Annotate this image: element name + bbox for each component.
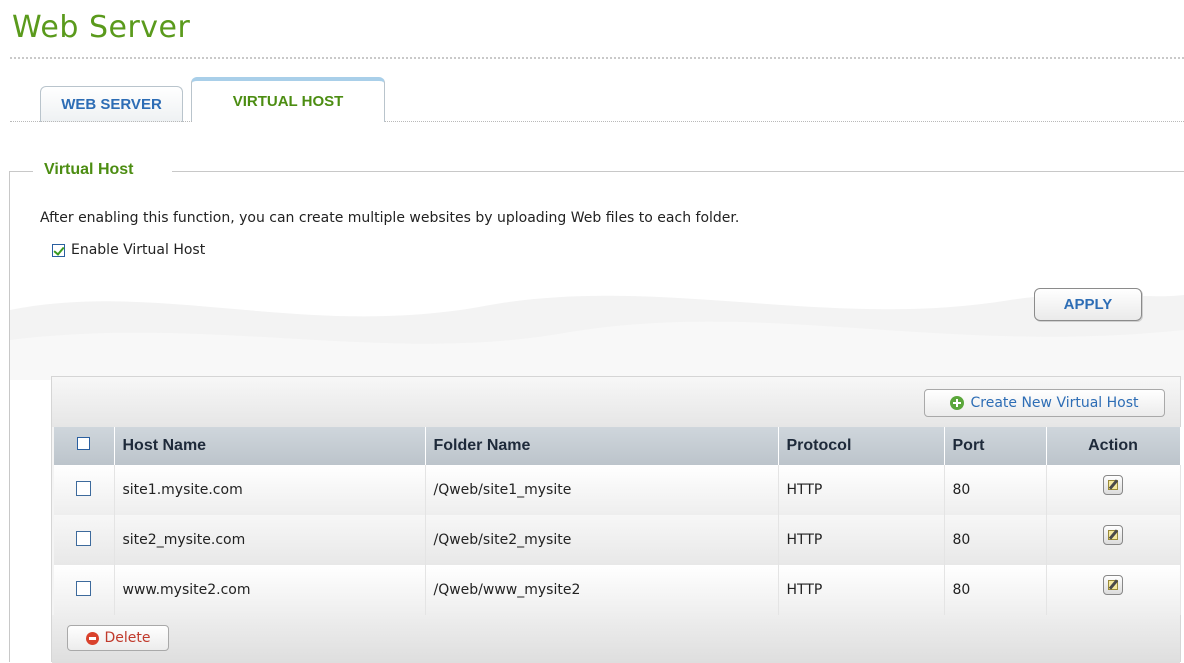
row-checkbox[interactable] bbox=[76, 580, 92, 596]
delete-button[interactable]: Delete bbox=[67, 625, 169, 651]
minus-circle-icon bbox=[85, 631, 99, 645]
port-cell: 80 bbox=[944, 465, 1047, 515]
edit-icon[interactable] bbox=[1103, 575, 1123, 595]
row-checkbox[interactable] bbox=[76, 530, 92, 546]
table-header-row: Host Name Folder Name Protocol Port Acti… bbox=[54, 427, 1181, 465]
protocol-cell: HTTP bbox=[778, 515, 945, 565]
select-all-checkbox[interactable] bbox=[77, 437, 91, 450]
section-description: After enabling this function, you can cr… bbox=[40, 210, 740, 226]
column-action: Action bbox=[1046, 427, 1181, 465]
enable-virtual-host-label: Enable Virtual Host bbox=[71, 242, 206, 258]
apply-button[interactable]: APPLY bbox=[1034, 288, 1142, 321]
decorative-wave bbox=[10, 294, 1184, 380]
port-cell: 80 bbox=[944, 565, 1047, 615]
row-checkbox[interactable] bbox=[76, 480, 92, 496]
checkbox-icon[interactable] bbox=[52, 243, 65, 257]
hosts-table: Host Name Folder Name Protocol Port Acti… bbox=[54, 427, 1181, 615]
plus-circle-icon bbox=[950, 396, 965, 410]
protocol-cell: HTTP bbox=[778, 565, 945, 615]
enable-virtual-host-checkbox[interactable]: Enable Virtual Host bbox=[52, 242, 205, 258]
column-protocol[interactable]: Protocol bbox=[778, 427, 945, 465]
edit-icon[interactable] bbox=[1103, 525, 1123, 545]
table-row: site2_mysite.com /Qweb/site2_mysite HTTP… bbox=[54, 515, 1181, 565]
host-name-cell: site2_mysite.com bbox=[114, 515, 426, 565]
column-port[interactable]: Port bbox=[944, 427, 1047, 465]
folder-name-cell: /Qweb/site1_mysite bbox=[425, 465, 779, 515]
action-cell bbox=[1046, 565, 1181, 615]
grid-footer: Delete bbox=[52, 615, 1180, 663]
grid-toolbar: Create New Virtual Host bbox=[52, 377, 1180, 427]
delete-label: Delete bbox=[104, 630, 151, 646]
row-select-cell bbox=[54, 565, 115, 615]
row-select-cell bbox=[54, 515, 115, 565]
table-row: site1.mysite.com /Qweb/site1_mysite HTTP… bbox=[54, 465, 1181, 515]
column-host-name[interactable]: Host Name bbox=[114, 427, 426, 465]
table-row: www.mysite2.com /Qweb/www_mysite2 HTTP 8… bbox=[54, 565, 1181, 615]
edit-icon[interactable] bbox=[1103, 475, 1123, 495]
select-all-header bbox=[54, 427, 115, 465]
section-title: Virtual Host bbox=[44, 161, 134, 178]
folder-name-cell: /Qweb/site2_mysite bbox=[425, 515, 779, 565]
host-name-cell: site1.mysite.com bbox=[114, 465, 426, 515]
page-title: Web Server bbox=[12, 10, 191, 45]
protocol-cell: HTTP bbox=[778, 465, 945, 515]
folder-name-cell: /Qweb/www_mysite2 bbox=[425, 565, 779, 615]
create-virtual-host-button[interactable]: Create New Virtual Host bbox=[924, 389, 1165, 417]
port-cell: 80 bbox=[944, 515, 1047, 565]
column-folder-name[interactable]: Folder Name bbox=[425, 427, 779, 465]
tab-web-server[interactable]: WEB SERVER bbox=[40, 86, 183, 122]
title-divider bbox=[10, 57, 1184, 59]
host-name-cell: www.mysite2.com bbox=[114, 565, 426, 615]
action-cell bbox=[1046, 465, 1181, 515]
tabs-divider bbox=[10, 121, 1184, 122]
virtual-host-grid: Create New Virtual Host Host Name Folder… bbox=[51, 376, 1181, 663]
action-cell bbox=[1046, 515, 1181, 565]
tab-virtual-host[interactable]: VIRTUAL HOST bbox=[191, 77, 385, 122]
create-virtual-host-label: Create New Virtual Host bbox=[970, 395, 1139, 411]
fieldset-border bbox=[9, 171, 10, 662]
row-select-cell bbox=[54, 465, 115, 515]
